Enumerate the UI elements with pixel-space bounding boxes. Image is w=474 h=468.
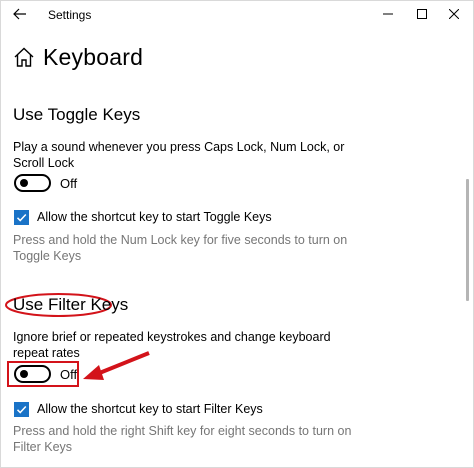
toggle-keys-toggle-row: Off <box>14 174 78 192</box>
toggle-knob <box>20 179 28 187</box>
settings-window: Settings Keyboard Use Toggle Keys Play a… <box>0 0 474 468</box>
toggle-keys-shortcut-row: Allow the shortcut key to start Toggle K… <box>14 209 272 225</box>
filter-keys-help-text: Press and hold the right Shift key for e… <box>13 424 352 454</box>
minimize-button[interactable] <box>373 3 403 25</box>
filter-keys-heading: Use Filter Keys <box>13 295 129 314</box>
filter-keys-shortcut-checkbox[interactable] <box>14 401 29 417</box>
back-button[interactable] <box>7 3 33 25</box>
toggle-keys-state: Off <box>60 175 78 191</box>
close-button[interactable] <box>439 3 469 25</box>
back-arrow-icon <box>13 8 26 20</box>
page-title: Keyboard <box>43 43 144 70</box>
checkmark-icon <box>16 405 27 414</box>
toggle-keys-description: Play a sound whenever you press Caps Loc… <box>13 140 345 170</box>
toggle-keys-heading: Use Toggle Keys <box>13 105 141 124</box>
toggle-keys-switch[interactable] <box>14 174 51 192</box>
filter-keys-shortcut-label: Allow the shortcut key to start Filter K… <box>37 402 263 416</box>
filter-keys-description: Ignore brief or repeated keystrokes and … <box>13 330 331 360</box>
filter-keys-shortcut-row: Allow the shortcut key to start Filter K… <box>14 401 263 417</box>
toggle-keys-shortcut-checkbox[interactable] <box>14 209 29 225</box>
maximize-button[interactable] <box>407 3 437 25</box>
annotation-highlight-box <box>7 361 79 387</box>
annotation-arrow <box>83 351 150 380</box>
toggle-keys-help-text: Press and hold the Num Lock key for five… <box>13 233 348 263</box>
app-title: Settings <box>48 8 92 22</box>
title-bar: Settings <box>1 1 473 29</box>
vertical-scrollbar[interactable] <box>466 179 469 301</box>
home-icon <box>14 47 34 67</box>
maximize-icon <box>417 9 427 19</box>
toggle-keys-shortcut-label: Allow the shortcut key to start Toggle K… <box>37 210 272 224</box>
checkmark-icon <box>16 213 27 222</box>
minimize-icon <box>383 13 393 15</box>
close-icon <box>449 9 459 19</box>
page-header: Keyboard <box>13 41 143 73</box>
